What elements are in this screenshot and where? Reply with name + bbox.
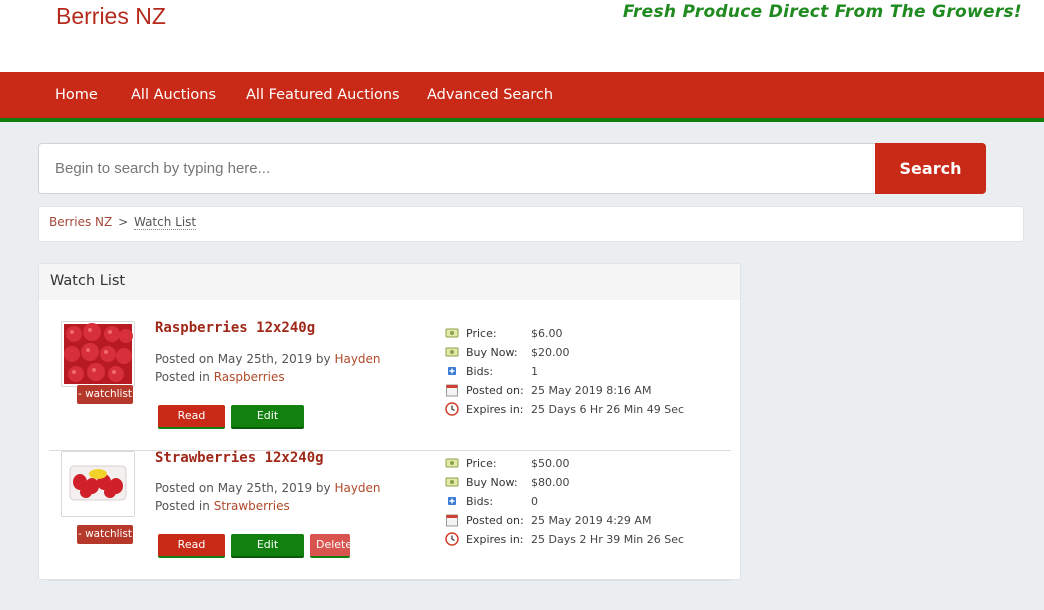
clock-icon bbox=[445, 532, 459, 546]
site-title-link[interactable]: Berries NZ bbox=[56, 3, 166, 30]
raspberries-image bbox=[64, 323, 133, 384]
expires-row: Expires in: 25 Days 2 Hr 39 Min 26 Sec bbox=[445, 531, 725, 550]
read-more-button[interactable]: Read More bbox=[158, 534, 225, 573]
bids-label: Bids: bbox=[466, 495, 494, 508]
list-item: - watchlist Raspberries 12x240g Posted o… bbox=[49, 320, 731, 451]
bids-label: Bids: bbox=[466, 365, 494, 378]
calendar-icon bbox=[446, 384, 458, 397]
money-icon bbox=[445, 477, 459, 487]
site-header: Berries NZ Fresh Produce Direct From The… bbox=[0, 0, 1044, 72]
expires-value: 25 Days 2 Hr 39 Min 26 Sec bbox=[531, 533, 685, 546]
posted-date: May 25th, 2019 bbox=[217, 481, 313, 495]
posted-on-label: Posted on: bbox=[466, 514, 524, 527]
by-label: by bbox=[315, 352, 331, 366]
posted-on-prefix: Posted on bbox=[155, 481, 214, 495]
bids-row: Bids: 1 bbox=[445, 363, 725, 382]
expires-label: Expires in: bbox=[466, 533, 524, 546]
category-meta: Posted in Strawberries bbox=[155, 499, 290, 513]
price-label: Price: bbox=[466, 457, 497, 470]
remove-watchlist-button[interactable]: - watchlist bbox=[77, 385, 133, 404]
plus-icon bbox=[448, 497, 456, 505]
category-link[interactable]: Raspberries bbox=[214, 370, 285, 384]
buy-now-label: Buy Now: bbox=[466, 476, 518, 489]
search-input[interactable] bbox=[38, 143, 876, 194]
auction-title-link[interactable]: Raspberries 12x240g bbox=[155, 320, 315, 336]
delete-button[interactable]: Delete bbox=[310, 534, 352, 558]
nav-item-advanced-search[interactable]: Advanced Search bbox=[427, 87, 553, 103]
read-more-button[interactable]: Read More bbox=[158, 405, 225, 444]
buy-now-row: Buy Now: $80.00 bbox=[445, 474, 725, 493]
edit-auction-button[interactable]: Edit Auction bbox=[231, 405, 304, 444]
edit-auction-button[interactable]: Edit Auction bbox=[231, 534, 304, 573]
by-label: by bbox=[315, 481, 331, 495]
bids-value: 1 bbox=[531, 365, 538, 378]
price-label: Price: bbox=[466, 327, 497, 340]
list-item: - watchlist Strawberries 12x240g Posted … bbox=[49, 450, 731, 581]
posted-on-value: 25 May 2019 4:29 AM bbox=[531, 514, 652, 527]
auction-title-link[interactable]: Strawberries 12x240g bbox=[155, 450, 324, 466]
posted-on-prefix: Posted on bbox=[155, 352, 214, 366]
raspberries-thumbnail[interactable] bbox=[61, 321, 135, 387]
expires-value: 25 Days 6 Hr 26 Min 49 Sec bbox=[531, 403, 685, 416]
buy-now-value: $80.00 bbox=[531, 476, 570, 489]
posted-on-row: Posted on: 25 May 2019 4:29 AM bbox=[445, 512, 725, 531]
category-link[interactable]: Strawberries bbox=[214, 499, 290, 513]
posted-in-label: Posted in bbox=[155, 499, 210, 513]
price-value: $50.00 bbox=[531, 457, 570, 470]
clock-icon bbox=[445, 402, 459, 416]
watch-list-panel: Watch List - watchlist Raspberries 12x24… bbox=[38, 263, 741, 581]
breadcrumb: Berries NZ > Watch List bbox=[38, 206, 1024, 242]
money-icon bbox=[445, 328, 459, 338]
price-row: Price: $50.00 bbox=[445, 455, 725, 474]
expires-row: Expires in: 25 Days 6 Hr 26 Min 49 Sec bbox=[445, 401, 725, 420]
money-icon bbox=[445, 347, 459, 357]
remove-watchlist-button[interactable]: - watchlist bbox=[77, 525, 133, 544]
panel-title: Watch List bbox=[39, 264, 740, 300]
category-meta: Posted in Raspberries bbox=[155, 370, 285, 384]
posted-on-value: 25 May 2019 8:16 AM bbox=[531, 384, 652, 397]
posted-date: May 25th, 2019 bbox=[217, 352, 313, 366]
breadcrumb-separator: > bbox=[118, 215, 129, 229]
posted-on-row: Posted on: 25 May 2019 8:16 AM bbox=[445, 382, 725, 401]
posted-in-label: Posted in bbox=[155, 370, 210, 384]
bids-value: 0 bbox=[531, 495, 538, 508]
posted-on-label: Posted on: bbox=[466, 384, 524, 397]
search-bar: Search bbox=[38, 143, 986, 194]
calendar-icon bbox=[446, 514, 458, 527]
posted-meta: Posted on May 25th, 2019 by Hayden bbox=[155, 352, 381, 366]
buy-now-row: Buy Now: $20.00 bbox=[445, 344, 725, 363]
nav-item-all-auctions[interactable]: All Auctions bbox=[131, 87, 216, 103]
price-value: $6.00 bbox=[531, 327, 563, 340]
bids-row: Bids: 0 bbox=[445, 493, 725, 512]
plus-icon bbox=[448, 367, 456, 375]
strawberries-thumbnail[interactable] bbox=[61, 451, 135, 517]
author-link[interactable]: Hayden bbox=[334, 481, 380, 495]
breadcrumb-home-link[interactable]: Berries NZ bbox=[49, 215, 112, 229]
posted-meta: Posted on May 25th, 2019 by Hayden bbox=[155, 481, 381, 495]
breadcrumb-current: Watch List bbox=[133, 215, 197, 230]
site-tagline: Fresh Produce Direct From The Growers! bbox=[622, 2, 1022, 22]
strawberries-image bbox=[62, 452, 134, 516]
buy-now-label: Buy Now: bbox=[466, 346, 518, 359]
nav-item-all-featured-auctions[interactable]: All Featured Auctions bbox=[246, 87, 400, 103]
buy-now-value: $20.00 bbox=[531, 346, 570, 359]
main-navbar: Home All Auctions All Featured Auctions … bbox=[0, 72, 1044, 122]
author-link[interactable]: Hayden bbox=[334, 352, 380, 366]
price-row: Price: $6.00 bbox=[445, 325, 725, 344]
search-button[interactable]: Search bbox=[875, 143, 986, 194]
expires-label: Expires in: bbox=[466, 403, 524, 416]
money-icon bbox=[445, 458, 459, 468]
nav-item-home[interactable]: Home bbox=[55, 87, 98, 103]
